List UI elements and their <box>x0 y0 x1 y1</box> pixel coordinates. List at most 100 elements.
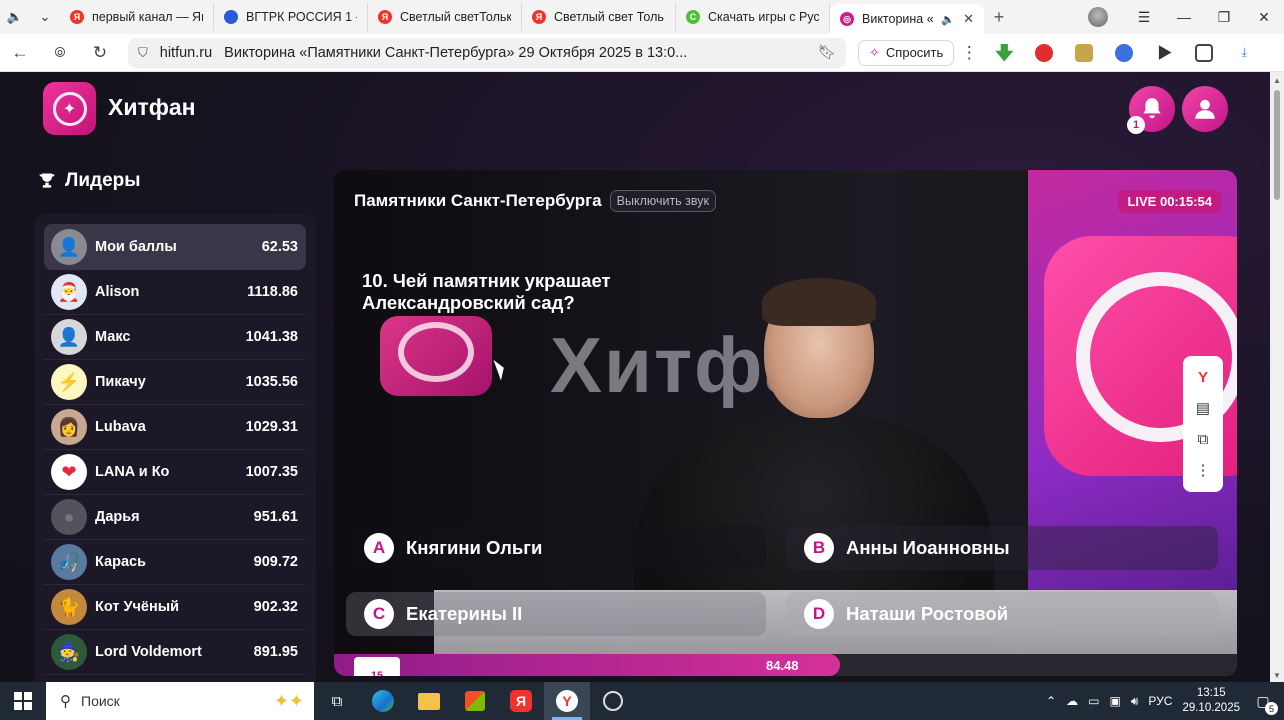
volume-icon[interactable]: 🔊︎ <box>1131 694 1139 709</box>
browser-menu-icon[interactable]: ☰ <box>1124 9 1164 26</box>
protect-icon[interactable]: ⦾ <box>40 44 80 61</box>
start-button[interactable] <box>0 682 46 720</box>
microsoft-store-icon[interactable] <box>452 682 498 720</box>
quiz-video-player[interactable]: Хитфан Памятники Санкт-Петербурга Выключ… <box>334 170 1237 676</box>
translate-extension-icon[interactable] <box>1104 43 1144 62</box>
file-explorer-icon[interactable] <box>406 682 452 720</box>
browser-tab-strip: 🔈 ⌄ Япервый канал — Ян ВГТРК РОССИЯ 1 -ЯС… <box>0 0 1284 34</box>
ask-ai-button[interactable]: ✧ Спросить <box>858 39 955 66</box>
progress-value: 84.48 <box>766 658 799 673</box>
image-extension-icon[interactable] <box>1064 43 1104 62</box>
avatar: 🐈 <box>51 589 87 625</box>
browser-tab[interactable]: C Скачать игры с Рус <box>676 3 830 31</box>
trophy-icon <box>39 173 55 188</box>
new-tab-button[interactable]: + <box>984 7 1014 28</box>
leader-name: Мои баллы <box>95 239 177 255</box>
bell-icon <box>1143 98 1161 119</box>
tray-expand-icon[interactable]: ⌃ <box>1046 694 1056 708</box>
my-score-row: 👤 Мои баллы 62.53 <box>44 224 306 270</box>
language-indicator[interactable]: РУС <box>1148 694 1172 708</box>
back-arrow-icon[interactable]: ← <box>0 43 40 63</box>
yandex-icon[interactable]: Y <box>1198 369 1208 386</box>
network-icon[interactable]: ▣ <box>1110 694 1121 708</box>
clock-time: 13:15 <box>1196 687 1226 699</box>
avatar: 🧙 <box>51 634 87 670</box>
download-icon[interactable] <box>984 43 1024 62</box>
progress-start-badge: 15 <box>354 657 400 676</box>
window-controls: ☰ — ❐ ✕ <box>1088 0 1284 34</box>
browser-tab[interactable]: ВГТРК РОССИЯ 1 - <box>214 3 368 31</box>
avatar: ⚡ <box>51 364 87 400</box>
taskbar-search[interactable]: ⚲ Поиск ✦✦ <box>46 682 314 720</box>
leader-name: Alison <box>95 284 140 300</box>
leader-name: Lord Voldemort <box>95 644 202 660</box>
tab-sound-icon[interactable]: 🔈 <box>941 13 955 26</box>
browser-tab[interactable]: Я Светлый свет Толь <box>522 3 676 31</box>
more-options-icon[interactable]: ⋮ <box>1196 461 1211 479</box>
tab-title: Скачать игры с Рус <box>708 10 819 24</box>
media-play-icon[interactable] <box>1144 44 1184 62</box>
yandex-browser-icon[interactable]: Y <box>544 682 590 720</box>
downloads-tray-icon[interactable]: ⤓ <box>1224 45 1264 60</box>
leaderboard-row: ❤ LANA и Ко 1007.35 <box>44 450 306 495</box>
reload-icon[interactable]: ↻ <box>80 43 120 63</box>
extensions-puzzle-icon[interactable] <box>1184 43 1224 62</box>
picture-in-picture-icon[interactable]: ⧉ <box>1198 431 1209 448</box>
restore-icon[interactable]: ❐ <box>1204 9 1244 26</box>
brand-name: Хитфан <box>108 94 196 120</box>
tab-favicon-icon: Я <box>70 10 84 24</box>
meet-icon[interactable]: ▭ <box>1088 694 1099 708</box>
hitfun-logo[interactable]: ✦ <box>43 82 96 135</box>
adblock-icon[interactable] <box>1024 43 1064 62</box>
profile-avatar[interactable] <box>1088 7 1108 27</box>
subtitles-icon[interactable]: ▤ <box>1196 399 1210 417</box>
leaderboard-row: 👩 Lubava 1029.31 <box>44 405 306 450</box>
leader-score: 909.72 <box>253 554 298 570</box>
close-tab-icon[interactable]: ✕ <box>963 11 974 27</box>
site-info-shield-icon[interactable]: ⛉ <box>138 45 148 61</box>
avatar: 👤 <box>51 229 87 265</box>
leaderboard-row: 🐈 Кот Учёный 902.32 <box>44 585 306 630</box>
bookmark-icon[interactable]: 🔖︎ <box>818 44 836 61</box>
user-profile-button[interactable] <box>1182 86 1228 132</box>
url-domain: hitfun.ru <box>159 44 213 61</box>
recorder-app-icon[interactable] <box>590 682 636 720</box>
minimize-icon[interactable]: — <box>1164 9 1204 25</box>
scroll-up-icon[interactable]: ▲ <box>1273 76 1281 85</box>
quiz-title: Памятники Санкт-Петербурга <box>354 191 602 210</box>
page-scrollbar[interactable]: ▲ ▼ <box>1270 72 1284 682</box>
avatar: ● <box>51 499 87 535</box>
close-window-icon[interactable]: ✕ <box>1244 9 1284 26</box>
tab-favicon-icon: Я <box>532 10 546 24</box>
scroll-down-icon[interactable]: ▼ <box>1273 671 1281 680</box>
avatar: ❤ <box>51 454 87 490</box>
yandex-app-icon[interactable]: Я <box>498 682 544 720</box>
tab-favicon-icon: C <box>686 10 700 24</box>
answer-option-c[interactable]: C Екатерины II <box>346 592 766 636</box>
host-hair <box>762 278 876 326</box>
address-bar: ← ⦾ ↻ ⛉ hitfun.ru Викторина «Памятники С… <box>0 34 1284 72</box>
answer-text: Анны Иоанновны <box>846 537 1010 558</box>
task-view-icon[interactable]: ⧉ <box>314 682 360 720</box>
url-field[interactable]: ⛉ hitfun.ru Викторина «Памятники Санкт-П… <box>128 37 846 68</box>
taskbar-clock[interactable]: 13:15 29.10.2025 <box>1182 686 1240 716</box>
leader-score: 1007.35 <box>245 464 298 480</box>
notification-center-icon[interactable]: ▢ 5 <box>1250 690 1278 715</box>
leader-score: 1029.31 <box>245 419 298 435</box>
leader-name: Макс <box>95 329 131 345</box>
user-icon <box>1195 99 1215 119</box>
answer-option-b[interactable]: B Анны Иоанновны <box>786 526 1218 570</box>
tab-title: Викторина «П <box>862 12 934 26</box>
onedrive-icon[interactable]: ☁ <box>1066 694 1078 708</box>
tab-audio-icon[interactable]: 🔈 <box>0 0 30 34</box>
browser-tab[interactable]: ◎ Викторина «П 🔈 ✕ <box>830 4 984 34</box>
edge-browser-icon[interactable] <box>360 682 406 720</box>
tabs-dropdown-chevron-icon[interactable]: ⌄ <box>30 0 60 34</box>
mute-button[interactable]: Выключить звук <box>609 190 716 212</box>
scrollbar-thumb[interactable] <box>1274 90 1280 200</box>
answer-option-a[interactable]: A Княгини Ольги <box>346 526 766 570</box>
browser-tab[interactable]: Япервый канал — Ян <box>60 3 214 31</box>
more-menu-icon[interactable]: ⋮ <box>954 43 984 63</box>
browser-tab[interactable]: Я Светлый светТольк <box>368 3 522 31</box>
answer-option-d[interactable]: D Наташи Ростовой <box>786 592 1218 636</box>
